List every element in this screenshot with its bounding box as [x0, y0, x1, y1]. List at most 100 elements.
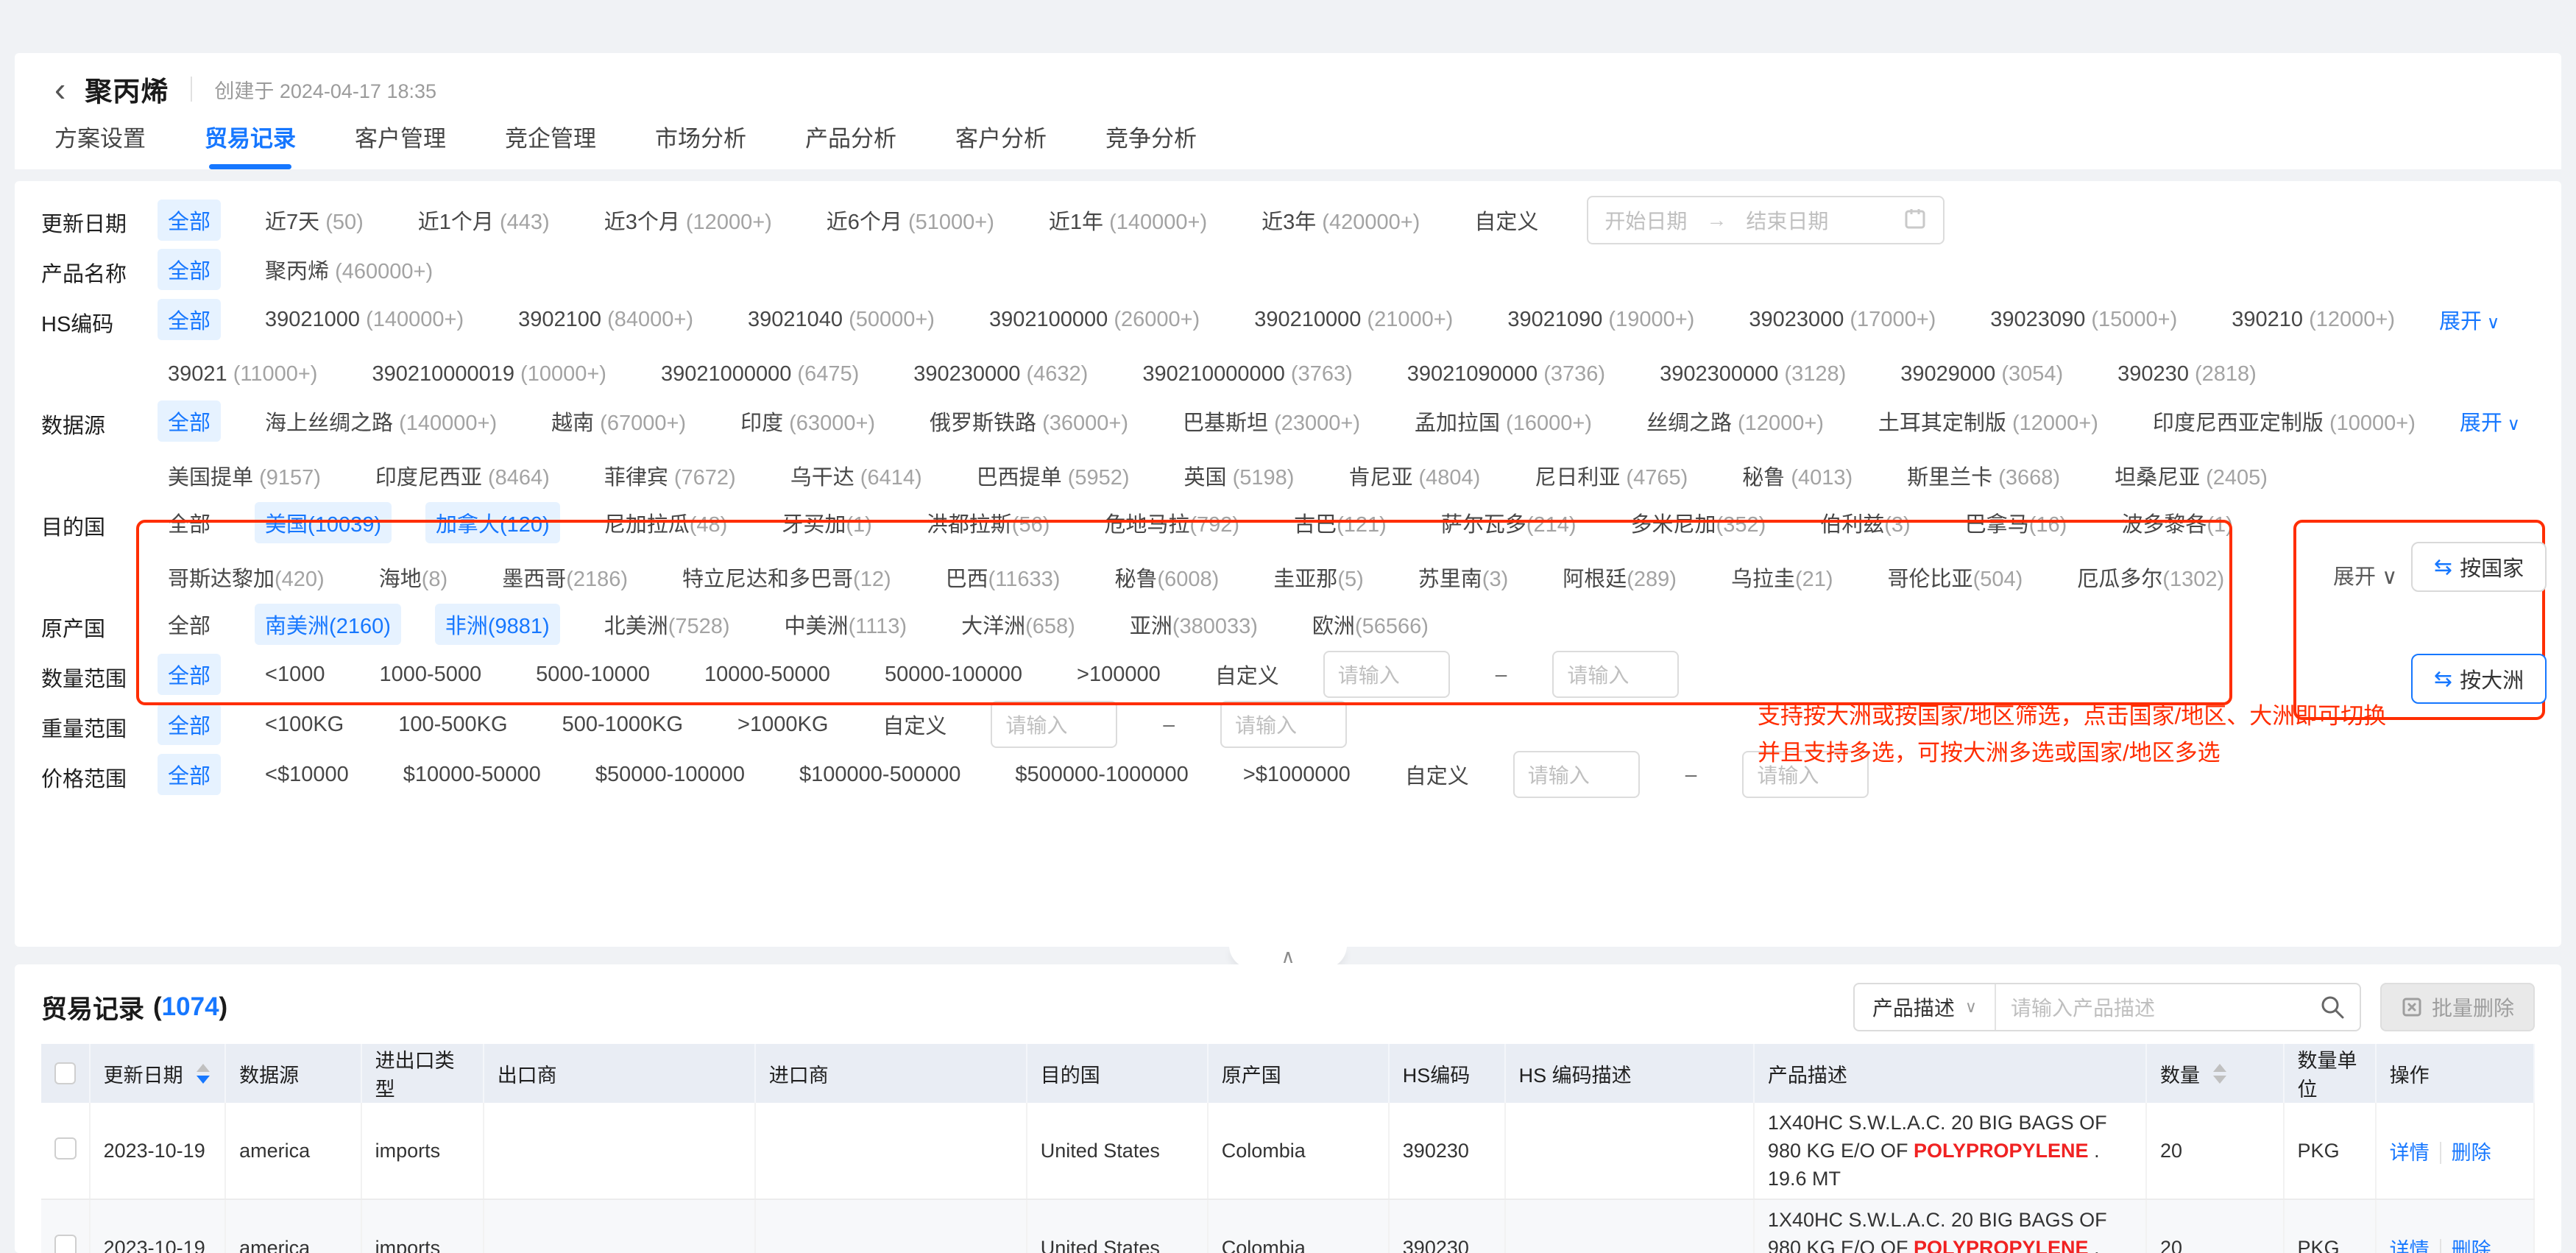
- filter-chip[interactable]: 3902100000 (26000+): [979, 303, 1210, 337]
- delete-link[interactable]: 删除: [2440, 1239, 2491, 1253]
- sort-control[interactable]: [197, 1064, 210, 1084]
- filter-chip[interactable]: 孟加拉国 (16000+): [1404, 400, 1602, 442]
- filter-chip[interactable]: 非洲(9881): [435, 604, 560, 645]
- filter-chip[interactable]: 巴拿马(16): [1955, 502, 2078, 543]
- filter-chip[interactable]: 牙买加(1): [771, 502, 882, 543]
- filter-chip[interactable]: 100-500KG: [388, 707, 517, 742]
- filter-chip[interactable]: 萨尔瓦多(214): [1431, 502, 1587, 543]
- date-range-picker[interactable]: 开始日期→结束日期: [1587, 196, 1945, 244]
- end-date-input[interactable]: 结束日期: [1746, 205, 1828, 235]
- filter-chip[interactable]: 哥伦比亚(504): [1878, 557, 2034, 598]
- filter-chip[interactable]: 390210000 (21000+): [1244, 303, 1463, 337]
- filter-chip[interactable]: 10000-50000: [694, 657, 841, 692]
- filter-chip[interactable]: 39021040 (50000+): [737, 303, 945, 337]
- custom-chip[interactable]: 自定义: [872, 704, 957, 745]
- filter-chip[interactable]: 39029000 (3054): [1890, 357, 2073, 392]
- filter-chip[interactable]: 39023090 (15000+): [1980, 303, 2187, 337]
- filter-all-chip[interactable]: 全部: [158, 200, 221, 241]
- filter-chip[interactable]: 39021000 (140000+): [255, 303, 474, 337]
- filter-chip[interactable]: 39021 (11000+): [158, 357, 328, 392]
- filter-chip[interactable]: 巴西提单 (5952): [966, 455, 1140, 496]
- filter-chip[interactable]: 近3个月 (12000+): [594, 200, 782, 241]
- filter-chip[interactable]: $10000-50000: [393, 758, 551, 792]
- filter-chip[interactable]: 哥斯达黎加(420): [158, 557, 335, 598]
- filter-chip[interactable]: 墨西哥(2186): [492, 557, 638, 598]
- filter-chip[interactable]: 洪都拉斯(56): [916, 502, 1061, 543]
- custom-chip[interactable]: 自定义: [1464, 200, 1549, 241]
- filter-all-chip[interactable]: 全部: [158, 754, 221, 795]
- filter-chip[interactable]: $100000-500000: [789, 758, 971, 792]
- filter-chip[interactable]: 越南 (67000+): [541, 400, 696, 442]
- range-min-input[interactable]: 请输入: [1323, 651, 1450, 698]
- filter-chip[interactable]: 巴基斯坦 (23000+): [1172, 400, 1370, 442]
- filter-chip[interactable]: 斯里兰卡 (3668): [1897, 455, 2070, 496]
- filter-chip[interactable]: 海上丝绸之路 (140000+): [255, 400, 507, 442]
- filter-chip[interactable]: 欧洲(56566): [1302, 604, 1439, 645]
- filter-chip[interactable]: 印度尼西亚 (8464): [365, 455, 560, 496]
- filter-all-chip[interactable]: 全部: [158, 299, 221, 340]
- filter-chip[interactable]: 苏里南(3): [1408, 557, 1518, 598]
- sort-desc-icon[interactable]: [2213, 1076, 2226, 1084]
- filter-chip[interactable]: 印度 (63000+): [730, 400, 885, 442]
- filter-chip[interactable]: 古巴(121): [1284, 502, 1397, 543]
- filter-chip[interactable]: 英国 (5198): [1174, 455, 1305, 496]
- range-min-input[interactable]: 请输入: [991, 701, 1117, 748]
- filter-chip[interactable]: <1000: [255, 657, 335, 692]
- range-min-input[interactable]: 请输入: [1513, 751, 1640, 798]
- filter-chip[interactable]: 1000-5000: [369, 657, 492, 692]
- filter-chip[interactable]: 土耳其定制版 (12000+): [1868, 400, 2109, 442]
- detail-link[interactable]: 详情: [2390, 1239, 2430, 1253]
- search-input[interactable]: 请输入产品描述: [1996, 992, 2305, 1022]
- filter-chip[interactable]: 近6个月 (51000+): [816, 200, 1005, 241]
- filter-chip[interactable]: 伯利兹(3): [1810, 502, 1920, 543]
- filter-chip[interactable]: 39021090 (19000+): [1497, 303, 1705, 337]
- filter-chip[interactable]: 近1个月 (443): [408, 200, 560, 241]
- filter-chip[interactable]: 近1年 (140000+): [1038, 200, 1217, 241]
- tab-贸易记录[interactable]: 贸易记录: [205, 120, 296, 169]
- sort-control[interactable]: [2213, 1064, 2226, 1084]
- detail-link[interactable]: 详情: [2390, 1142, 2430, 1164]
- filter-all-chip[interactable]: 全部: [158, 604, 221, 645]
- filter-chip[interactable]: 多米尼加(352): [1621, 502, 1777, 543]
- sort-asc-icon[interactable]: [197, 1064, 210, 1072]
- tab-客户分析[interactable]: 客户分析: [955, 120, 1047, 169]
- custom-chip[interactable]: 自定义: [1395, 754, 1479, 795]
- filter-chip[interactable]: 俄罗斯铁路 (36000+): [919, 400, 1139, 442]
- filter-chip[interactable]: 美国(10039): [255, 502, 392, 543]
- filter-chip[interactable]: 大洋洲(658): [951, 604, 1086, 645]
- expand-link-data-source[interactable]: 展开 ∨: [2460, 406, 2520, 437]
- search-field-select[interactable]: 产品描述 ∨: [1855, 984, 1996, 1030]
- filter-chip[interactable]: 5000-10000: [526, 657, 660, 692]
- expand-link-hs-code[interactable]: 展开 ∨: [2439, 304, 2499, 335]
- filter-chip[interactable]: 390210000019 (10000+): [361, 357, 617, 392]
- batch-delete-button[interactable]: 批量删除: [2380, 983, 2535, 1031]
- select-all-checkbox[interactable]: [54, 1062, 76, 1084]
- filter-chip[interactable]: 特立尼达和多巴哥(12): [672, 557, 902, 598]
- filter-chip[interactable]: 中美洲(1113): [774, 604, 918, 645]
- by-continent-button[interactable]: ⇆ 按大洲: [2411, 654, 2547, 704]
- filter-chip[interactable]: 50000-100000: [874, 657, 1033, 692]
- sort-desc-icon[interactable]: [197, 1076, 210, 1084]
- filter-chip[interactable]: 近3年 (420000+): [1251, 200, 1430, 241]
- filter-chip[interactable]: 丝绸之路 (12000+): [1636, 400, 1834, 442]
- filter-chip[interactable]: 390210000000 (3763): [1132, 357, 1362, 392]
- filter-chip[interactable]: 390230 (2818): [2107, 357, 2267, 392]
- filter-chip[interactable]: 加拿大(120): [425, 502, 560, 543]
- filter-chip[interactable]: <$10000: [255, 758, 359, 792]
- dest-expand-link[interactable]: 展开 ∨: [2333, 560, 2397, 590]
- row-checkbox[interactable]: [54, 1235, 77, 1253]
- range-max-input[interactable]: 请输入: [1220, 701, 1347, 748]
- search-icon[interactable]: [2305, 995, 2360, 1020]
- filter-chip[interactable]: 南美洲(2160): [255, 604, 401, 645]
- filter-chip[interactable]: 390230000 (4632): [903, 357, 1098, 392]
- filter-chip[interactable]: 乌干达 (6414): [780, 455, 933, 496]
- filter-chip[interactable]: 巴西(11633): [935, 557, 1071, 598]
- filter-chip[interactable]: <100KG: [255, 707, 354, 742]
- filter-chip[interactable]: >100000: [1066, 657, 1171, 692]
- filter-chip[interactable]: >$1000000: [1233, 758, 1361, 792]
- row-checkbox[interactable]: [54, 1137, 77, 1160]
- filter-chip[interactable]: 3902100 (84000+): [508, 303, 704, 337]
- filter-chip[interactable]: 3902300000 (3128): [1649, 357, 1856, 392]
- tab-产品分析[interactable]: 产品分析: [805, 120, 896, 169]
- tab-方案设置[interactable]: 方案设置: [54, 120, 146, 169]
